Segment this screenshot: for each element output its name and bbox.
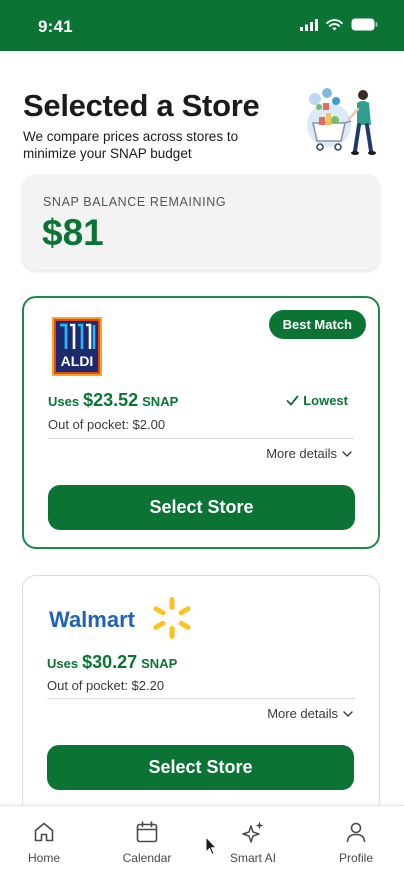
snap-usage: Uses $23.52 SNAP <box>48 390 178 411</box>
divider <box>47 698 355 699</box>
uses-prefix: Uses <box>47 656 79 671</box>
nav-item-profile[interactable]: Profile <box>316 820 396 865</box>
calendar-icon <box>136 821 158 843</box>
walmart-logo-text: Walmart <box>49 607 136 632</box>
uses-suffix: SNAP <box>141 656 178 671</box>
best-match-badge: Best Match <box>268 310 366 339</box>
nav-item-smart-ai[interactable]: Smart AI <box>213 820 293 865</box>
page-subtitle: We compare prices across stores to minim… <box>23 129 239 161</box>
aldi-logo-text: ALDI <box>61 353 94 369</box>
select-store-button[interactable]: Select Store <box>48 485 355 530</box>
more-details-label: More details <box>267 706 338 721</box>
more-details-link[interactable]: More details <box>266 446 352 461</box>
page-title: Selected a Store <box>23 88 260 123</box>
wifi-icon <box>326 18 343 30</box>
chevron-down-icon <box>343 710 353 717</box>
store-selection-page[interactable]: Selected a Store We compare prices acros… <box>0 51 404 805</box>
home-icon <box>34 822 54 842</box>
balance-label: SNAP BALANCE REMAINING <box>43 195 227 209</box>
uses-prefix: Uses <box>48 394 80 409</box>
snap-amount: $30.27 <box>82 652 138 672</box>
nav-label: Calendar <box>122 851 172 865</box>
snap-amount: $23.52 <box>83 390 139 410</box>
uses-suffix: SNAP <box>142 394 179 409</box>
more-details-link[interactable]: More details <box>267 706 353 721</box>
store-card-walmart[interactable]: Walmart Uses $30.27 SNAP Out of pocket: … <box>22 575 380 805</box>
more-details-label: More details <box>266 446 337 461</box>
chevron-down-icon <box>342 450 352 457</box>
nav-label: Home <box>27 851 60 865</box>
status-icons <box>300 18 378 31</box>
status-time: 9:41 <box>38 17 73 36</box>
shopping-cart-illustration <box>307 88 376 155</box>
nav-label: Smart AI <box>229 851 276 865</box>
snap-usage: Uses $30.27 SNAP <box>47 652 177 673</box>
aldi-logo: ALDI <box>52 317 102 376</box>
snap-balance-card: SNAP BALANCE REMAINING $81 <box>22 174 380 270</box>
mouse-cursor-icon <box>205 836 217 856</box>
lowest-label: Lowest <box>303 393 348 408</box>
battery-icon <box>351 18 378 31</box>
sparkle-icon <box>242 821 264 843</box>
out-of-pocket: Out of pocket: $2.20 <box>47 678 165 693</box>
lowest-tag: Lowest <box>286 393 348 408</box>
nav-item-calendar[interactable]: Calendar <box>107 820 187 865</box>
bottom-nav: Home Calendar Smart AI Profile <box>0 805 404 876</box>
nav-item-home[interactable]: Home <box>4 820 84 865</box>
check-icon <box>286 395 299 406</box>
balance-value: $81 <box>42 212 104 253</box>
select-store-button[interactable]: Select Store <box>47 745 354 790</box>
status-bar: 9:41 <box>0 0 404 51</box>
nav-label: Profile <box>338 851 373 865</box>
store-card-aldi[interactable]: Best Match ALDI Uses $23.52 SNAP Out of … <box>22 296 380 549</box>
walmart-logo: Walmart <box>49 597 191 639</box>
signal-icon <box>300 18 318 31</box>
divider <box>48 438 354 439</box>
out-of-pocket: Out of pocket: $2.00 <box>48 417 166 432</box>
profile-icon <box>346 822 366 843</box>
